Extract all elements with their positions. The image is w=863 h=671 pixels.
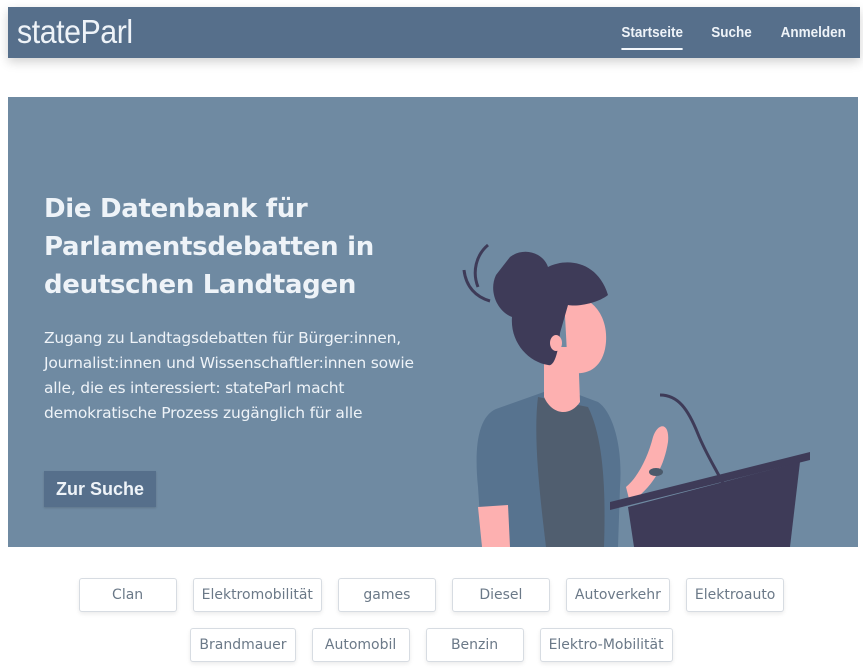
navbar: stateParl Startseite Suche Anmelden [8,7,860,58]
tag-button[interactable]: Elektroauto [685,578,785,612]
face [564,296,607,374]
tag-button[interactable]: Elektro-Mobilität [539,628,673,662]
brand-logo[interactable]: stateParl [17,13,133,51]
tag-button[interactable]: Clan [78,578,177,612]
microphone-head [649,468,663,476]
main-nav: Startseite Suche Anmelden [595,7,850,58]
tag-button[interactable]: games [337,578,436,612]
nav-link-suche[interactable]: Suche [712,20,753,45]
speaker-illustration [462,243,810,547]
tag-cloud: Clan Elektromobilität games Diesel Autov… [0,578,863,662]
nav-link-anmelden[interactable]: Anmelden [781,20,846,45]
hero-section: Die Datenbank für Parlamentsdebatten in … [8,97,858,547]
tag-button[interactable]: Autoverkehr [565,578,670,612]
tag-button[interactable]: Elektromobilität [192,578,322,612]
ear [550,335,562,351]
hair-strand [473,243,490,288]
tag-button[interactable]: Automobil [311,628,410,662]
tag-button[interactable]: Diesel [451,578,550,612]
nav-link-startseite[interactable]: Startseite [621,20,684,50]
hero-description: Zugang zu Landtagsdebatten für Bürger:in… [44,329,414,422]
tag-button[interactable]: Benzin [425,628,524,662]
microphone-stand [659,393,728,490]
search-cta-button[interactable]: Zur Suche [44,471,156,507]
hero-title: Die Datenbank für Parlamentsdebatten in … [44,194,374,300]
forearm [478,505,510,547]
tag-button[interactable]: Brandmauer [190,628,296,662]
